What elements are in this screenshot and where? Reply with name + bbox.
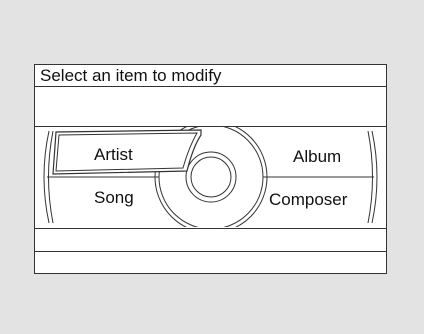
menu-item-composer[interactable]: Composer xyxy=(269,190,347,210)
title-bar: Select an item to modify xyxy=(35,65,386,87)
status-row-divider-bottom xyxy=(35,251,386,252)
status-row-divider-top xyxy=(35,228,386,229)
screen-prompt: Select an item to modify xyxy=(40,66,222,85)
artist-selection-highlight xyxy=(52,129,202,175)
screen-background: Select an item to modify Artist Album So… xyxy=(0,0,424,334)
modify-item-panel: Select an item to modify Artist Album So… xyxy=(34,64,387,274)
menu-item-song[interactable]: Song xyxy=(94,188,134,208)
menu-item-album[interactable]: Album xyxy=(293,147,341,167)
menu-item-artist[interactable]: Artist xyxy=(94,145,133,165)
